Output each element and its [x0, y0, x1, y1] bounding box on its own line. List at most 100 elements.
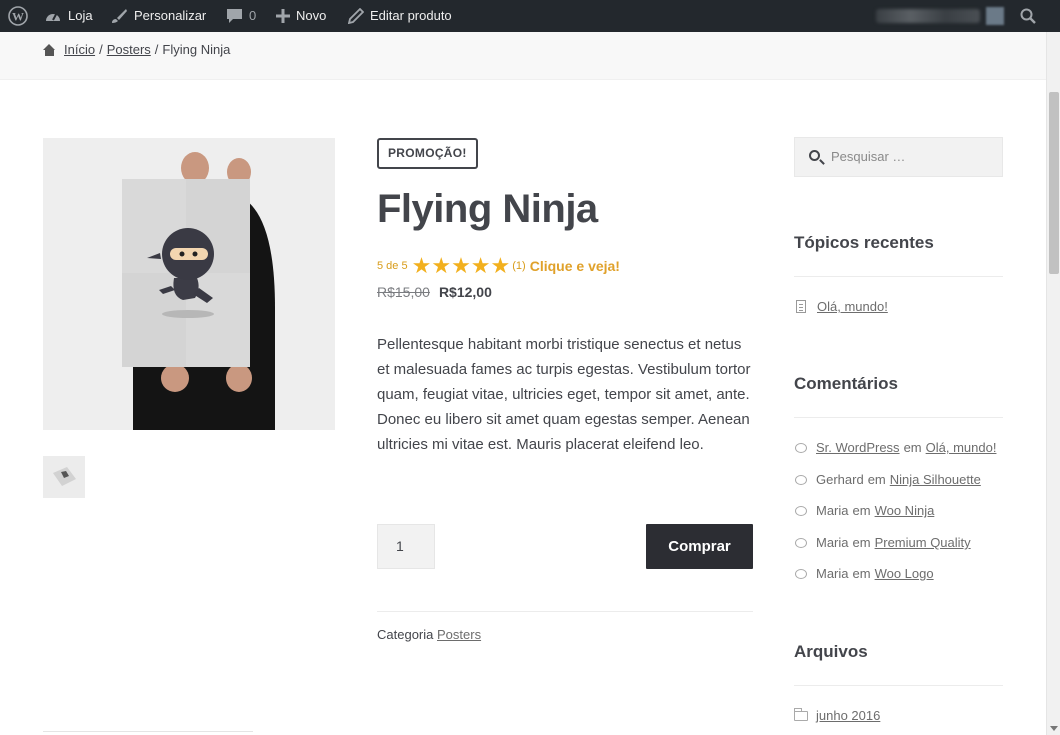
- admin-bar-account[interactable]: [876, 0, 1012, 32]
- quantity-input[interactable]: 1: [377, 524, 435, 569]
- comment-item: Gerhard em Ninja Silhouette: [794, 472, 981, 487]
- comment-bubble-icon: [795, 442, 807, 453]
- admin-bar-comments[interactable]: 0: [226, 0, 256, 32]
- breadcrumb-current: Flying Ninja: [162, 42, 231, 57]
- comment-post-link[interactable]: Woo Ninja: [875, 503, 935, 518]
- archive-item: junho 2016: [794, 707, 880, 723]
- rating-stars: ★ ★ ★ ★ ★: [412, 255, 511, 277]
- svg-text:W: W: [12, 10, 24, 24]
- admin-bar-customize-label: Personalizar: [134, 8, 207, 23]
- pencil-icon: [348, 8, 364, 24]
- rating-text: 5 de 5: [377, 260, 408, 272]
- scroll-down-arrow-icon[interactable]: [1050, 726, 1058, 731]
- comment-item: Sr. WordPress em Olá, mundo!: [794, 440, 996, 455]
- comments-count: 0: [249, 8, 257, 23]
- scrollbar-thumb[interactable]: [1049, 92, 1059, 274]
- comment-on-label: em: [852, 535, 871, 550]
- widget-title-archives: Arquivos: [794, 642, 868, 661]
- search-field[interactable]: Pesquisar …: [794, 137, 1003, 177]
- home-icon: [43, 43, 56, 56]
- product-main-image[interactable]: [43, 138, 335, 430]
- sale-badge: PROMOÇÃO!: [377, 138, 478, 169]
- breadcrumb-bar: Início / Posters / Flying Ninja: [0, 32, 1046, 80]
- comment-item: Maria em Premium Quality: [794, 535, 971, 550]
- reviews-link[interactable]: Clique e veja!: [530, 258, 620, 274]
- divider: [794, 276, 1003, 277]
- divider: [377, 611, 753, 612]
- product-price: R$15,00 R$12,00: [377, 284, 492, 300]
- comment-author: Maria: [816, 503, 849, 518]
- document-icon: [796, 300, 806, 313]
- star-icon: ★: [411, 253, 432, 278]
- comment-author: Gerhard: [816, 472, 864, 487]
- divider: [794, 685, 1003, 686]
- comment-author: Maria: [816, 566, 849, 581]
- comment-bubble-icon: [795, 505, 807, 516]
- comment-post-link[interactable]: Premium Quality: [875, 535, 971, 550]
- star-icon: ★: [451, 253, 471, 278]
- breadcrumb-category[interactable]: Posters: [107, 42, 151, 57]
- star-icon: ★: [490, 253, 511, 278]
- thumbnail-image: [53, 467, 76, 486]
- star-icon: ★: [470, 253, 491, 278]
- comment-post-link[interactable]: Woo Logo: [875, 566, 934, 581]
- recent-post-item: Olá, mundo!: [794, 299, 888, 314]
- widget-title-recent-posts: Tópicos recentes: [794, 233, 934, 252]
- divider: [794, 417, 1003, 418]
- search-icon: [809, 150, 820, 161]
- search-icon: [1020, 8, 1036, 24]
- comment-bubble-icon: [795, 537, 807, 548]
- product-title: Flying Ninja: [377, 187, 598, 231]
- dashboard-icon: [46, 13, 60, 21]
- category-link[interactable]: Posters: [437, 627, 481, 642]
- ninja-poster-illustration: [43, 138, 335, 430]
- widget-title-comments: Comentários: [794, 374, 898, 393]
- admin-bar-search[interactable]: [1020, 0, 1036, 32]
- comment-bubble-icon: [227, 9, 242, 23]
- product-thumbnail[interactable]: [43, 456, 85, 498]
- admin-bar-new-label: Novo: [296, 8, 327, 23]
- review-count: (1): [512, 260, 526, 272]
- comment-on-label: em: [867, 472, 886, 487]
- admin-bar-customize[interactable]: Personalizar: [110, 0, 206, 32]
- admin-bar-shop[interactable]: Loja: [44, 0, 93, 32]
- comment-item: Maria em Woo Logo: [794, 566, 934, 581]
- star-icon: ★: [431, 253, 452, 278]
- comment-author: Maria: [816, 535, 849, 550]
- comment-on-label: em: [903, 440, 922, 455]
- comment-item: Maria em Woo Ninja: [794, 503, 934, 518]
- breadcrumb-home[interactable]: Início: [64, 42, 95, 57]
- breadcrumb: Início / Posters / Flying Ninja: [43, 42, 230, 57]
- comment-post-link[interactable]: Olá, mundo!: [926, 440, 997, 455]
- admin-bar: W Loja Personalizar 0 Novo Editar produt…: [0, 0, 1060, 32]
- admin-bar-edit-product[interactable]: Editar produto: [348, 0, 452, 32]
- plus-icon: [276, 9, 290, 23]
- account-name-blurred: [876, 9, 980, 23]
- recent-post-link[interactable]: Olá, mundo!: [817, 299, 888, 314]
- avatar: [986, 7, 1004, 25]
- product-category-meta: Categoria Posters: [377, 627, 481, 642]
- comment-post-link[interactable]: Ninja Silhouette: [890, 472, 981, 487]
- wordpress-logo-icon[interactable]: W: [8, 0, 28, 32]
- comment-on-label: em: [852, 503, 871, 518]
- comment-author-link[interactable]: Sr. WordPress: [816, 440, 900, 455]
- folder-icon: [794, 707, 808, 721]
- page-scrollbar[interactable]: [1046, 32, 1060, 735]
- price-sale: R$12,00: [438, 284, 492, 300]
- comment-on-label: em: [852, 566, 871, 581]
- category-label: Categoria: [377, 627, 434, 642]
- admin-bar-shop-label: Loja: [68, 8, 93, 23]
- search-placeholder: Pesquisar …: [831, 149, 906, 164]
- paintbrush-icon: [112, 9, 127, 23]
- add-to-cart-button[interactable]: Comprar: [646, 524, 753, 569]
- archive-link[interactable]: junho 2016: [816, 708, 880, 723]
- product-short-description: Pellentesque habitant morbi tristique se…: [377, 336, 751, 453]
- breadcrumb-separator: /: [154, 42, 159, 57]
- product-rating[interactable]: 5 de 5 ★ ★ ★ ★ ★ (1) Clique e veja!: [377, 254, 620, 278]
- divider: [43, 731, 253, 732]
- comment-bubble-icon: [795, 474, 807, 485]
- comment-bubble-icon: [795, 568, 807, 579]
- admin-bar-new[interactable]: Novo: [276, 0, 326, 32]
- admin-bar-edit-label: Editar produto: [370, 8, 452, 23]
- price-original: R$15,00: [377, 284, 430, 300]
